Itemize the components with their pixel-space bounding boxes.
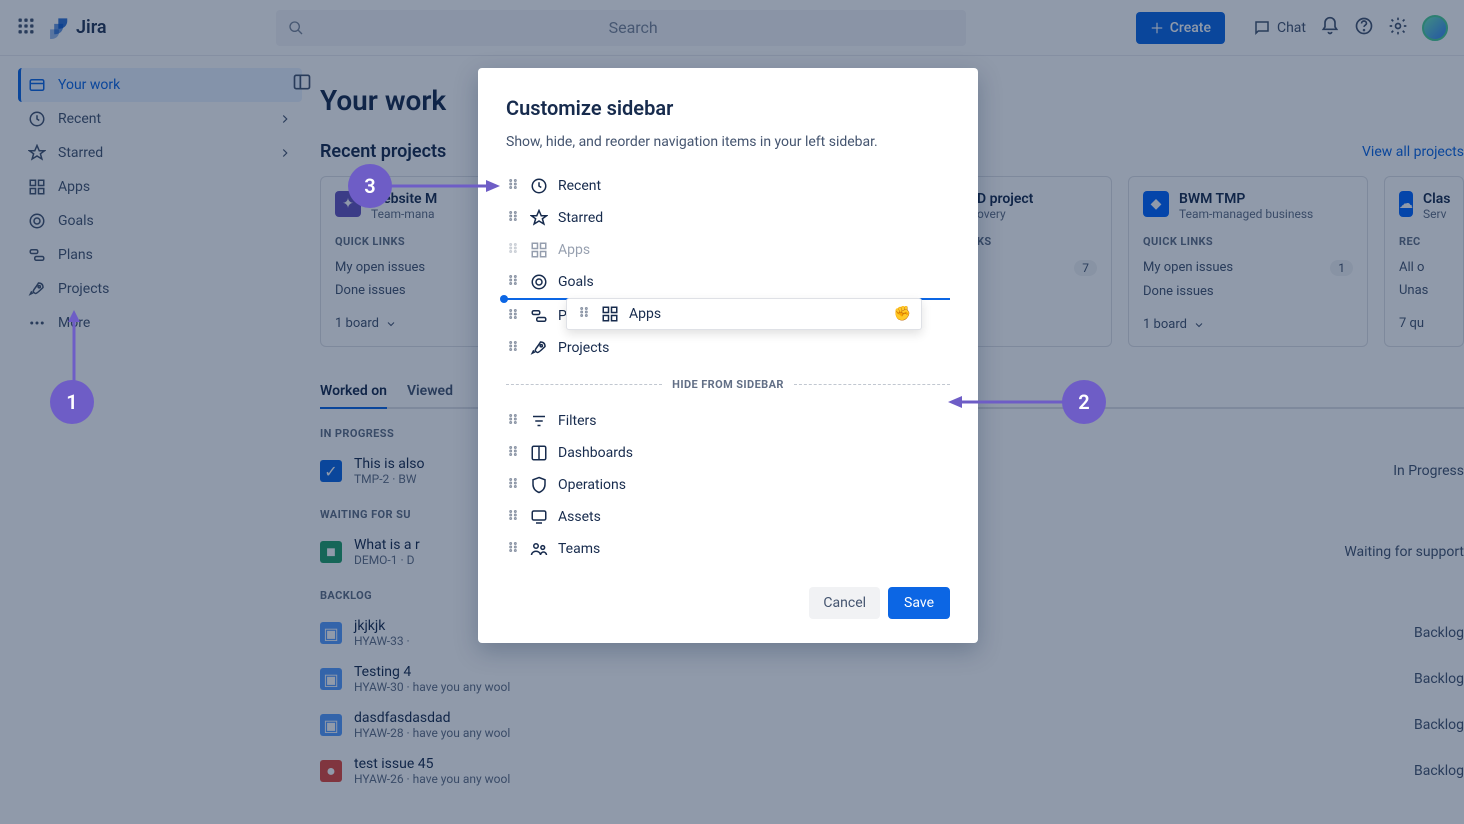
customize-sidebar-modal: Customize sidebar Show, hide, and reorde… bbox=[478, 68, 978, 643]
drag-handle-icon[interactable] bbox=[506, 412, 520, 430]
annotation-callout-2: 2 bbox=[1062, 380, 1106, 424]
annotation-callout-3: 3 bbox=[348, 164, 392, 208]
grid-icon bbox=[601, 305, 619, 323]
save-button[interactable]: Save bbox=[888, 587, 950, 619]
plans-icon bbox=[530, 307, 548, 325]
modal-footer: Cancel Save bbox=[506, 587, 950, 619]
hide-label: HIDE FROM SIDEBAR bbox=[672, 378, 784, 391]
cancel-button[interactable]: Cancel bbox=[809, 587, 880, 619]
drag-handle-icon[interactable] bbox=[506, 476, 520, 494]
modal-description: Show, hide, and reorder navigation items… bbox=[506, 134, 950, 150]
handle-icon bbox=[506, 412, 520, 426]
modal-item-label: Assets bbox=[558, 509, 601, 525]
dragging-item-label: Apps bbox=[629, 306, 661, 322]
drag-handle-icon[interactable] bbox=[506, 339, 520, 357]
handle-icon bbox=[506, 540, 520, 554]
target-icon bbox=[530, 273, 548, 291]
drag-handle-icon[interactable] bbox=[506, 444, 520, 462]
drag-handle-icon[interactable] bbox=[506, 540, 520, 558]
filter-icon bbox=[530, 412, 548, 430]
drag-handle-icon[interactable] bbox=[506, 273, 520, 291]
handle-icon bbox=[506, 273, 520, 287]
dragging-item[interactable]: Apps ✊ bbox=[566, 298, 922, 330]
modal-item-label: Teams bbox=[558, 541, 600, 557]
modal-item[interactable]: Assets bbox=[506, 501, 950, 533]
modal-item[interactable]: Apps bbox=[506, 234, 950, 266]
modal-item[interactable]: Operations bbox=[506, 469, 950, 501]
grid-icon bbox=[530, 241, 548, 259]
modal-item-label: Apps bbox=[558, 242, 590, 258]
handle-icon bbox=[506, 476, 520, 490]
handle-icon bbox=[506, 444, 520, 458]
modal-item[interactable]: Filters bbox=[506, 405, 950, 437]
annotation-callout-1: 1 bbox=[50, 380, 94, 424]
modal-item[interactable]: Projects bbox=[506, 332, 950, 364]
handle-icon bbox=[506, 508, 520, 522]
modal-item-label: Filters bbox=[558, 413, 597, 429]
modal-item[interactable]: Goals bbox=[506, 266, 950, 298]
modal-visible-list: Recent Starred Apps Goals Pl Ap bbox=[506, 170, 950, 364]
dash-icon bbox=[530, 444, 548, 462]
modal-hidden-list: Filters Dashboards Operations Assets Tea… bbox=[506, 405, 950, 565]
modal-title: Customize sidebar bbox=[506, 96, 950, 120]
handle-icon bbox=[506, 209, 520, 223]
drag-handle-icon[interactable] bbox=[577, 305, 591, 323]
modal-item[interactable]: Dashboards bbox=[506, 437, 950, 469]
rocket-icon bbox=[530, 339, 548, 357]
handle-icon bbox=[506, 177, 520, 191]
hide-separator: HIDE FROM SIDEBAR bbox=[506, 378, 950, 391]
modal-item[interactable]: Teams bbox=[506, 533, 950, 565]
annotation-arrow-3 bbox=[390, 178, 500, 194]
drag-handle-icon[interactable] bbox=[506, 307, 520, 325]
handle-icon bbox=[506, 339, 520, 353]
handle-icon bbox=[506, 241, 520, 255]
modal-item-label: Projects bbox=[558, 340, 609, 356]
modal-item-label: Dashboards bbox=[558, 445, 633, 461]
clock-icon bbox=[530, 177, 548, 195]
modal-item[interactable]: Recent bbox=[506, 170, 950, 202]
handle-icon bbox=[506, 307, 520, 321]
modal-item-label: Starred bbox=[558, 210, 603, 226]
grab-cursor-icon: ✊ bbox=[894, 306, 911, 322]
monitor-icon bbox=[530, 508, 548, 526]
annotation-arrow-2 bbox=[948, 394, 1068, 410]
drag-handle-icon[interactable] bbox=[506, 241, 520, 259]
drag-handle-icon[interactable] bbox=[506, 508, 520, 526]
drag-handle-icon[interactable] bbox=[506, 209, 520, 227]
modal-item-plans[interactable]: Pl Apps ✊ bbox=[506, 300, 950, 332]
star-icon bbox=[530, 209, 548, 227]
shield-icon bbox=[530, 476, 548, 494]
annotation-arrow-1 bbox=[66, 310, 82, 382]
handle-icon bbox=[577, 305, 591, 319]
modal-item[interactable]: Starred bbox=[506, 202, 950, 234]
drag-handle-icon[interactable] bbox=[506, 177, 520, 195]
modal-item-label: Goals bbox=[558, 274, 594, 290]
modal-item-label: Operations bbox=[558, 477, 626, 493]
modal-item-label: Recent bbox=[558, 178, 601, 194]
team-icon bbox=[530, 540, 548, 558]
